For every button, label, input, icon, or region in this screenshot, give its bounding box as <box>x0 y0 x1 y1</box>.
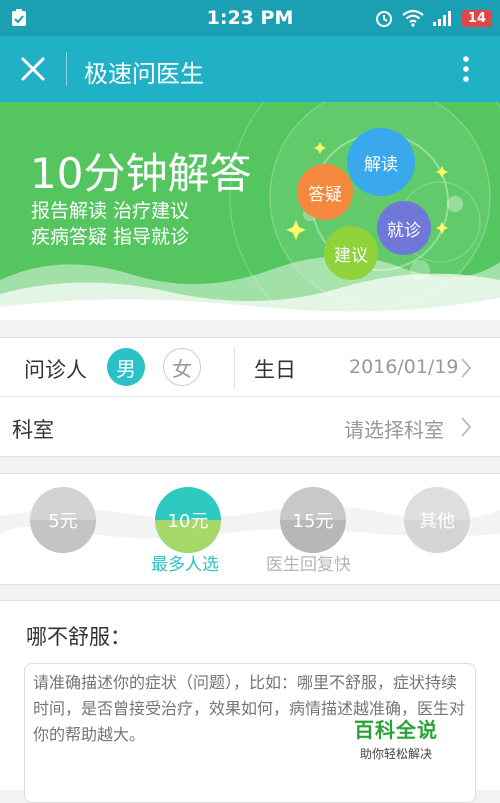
wifi-icon <box>402 9 424 27</box>
chevron-right-icon[interactable] <box>458 415 474 439</box>
department-select[interactable]: 请选择科室 <box>344 414 444 443</box>
bubble-advice: 建议 <box>324 226 378 280</box>
watermark-subtitle: 助你轻松解决 <box>359 747 432 761</box>
row-divider <box>234 346 235 390</box>
price-option-other-label: 其他 <box>419 511 455 532</box>
bubble-visit-label: 就诊 <box>387 220 421 241</box>
chevron-right-icon[interactable] <box>458 356 474 380</box>
bubble-advice-label: 建议 <box>334 245 368 266</box>
price-option-5-label: 5元 <box>48 511 78 532</box>
bubble-qa: 答疑 <box>297 164 353 220</box>
price-option-15-label: 15元 <box>292 511 334 532</box>
banner-headline: 10分钟解答 <box>30 149 252 198</box>
promo-banner: 10分钟解答 报告解读 治疗建议 疾病答疑 指导就诊 解读 答疑 就诊 建议 <box>0 102 500 320</box>
bubble-interpret: 解读 <box>347 128 415 196</box>
birthday-label: 生日 <box>254 358 296 382</box>
patient-label: 问诊人 <box>24 358 87 382</box>
watermark-logo: 百科全说 助你轻松解决 <box>354 714 438 762</box>
price-note-fast-reply: 医生回复快 <box>266 555 351 575</box>
price-option-10[interactable]: 10元 <box>155 487 221 553</box>
bubble-qa-label: 答疑 <box>308 184 342 205</box>
symptom-title: 哪不舒服： <box>26 625 131 649</box>
status-bar: 1:23 PM 14 <box>0 0 500 36</box>
department-row[interactable]: 科室 请选择科室 <box>0 397 500 457</box>
price-option-other[interactable]: 其他 <box>404 487 470 553</box>
bubble-interpret-label: 解读 <box>364 154 398 175</box>
price-options: 5元 10元 15元 其他 最多人选 医生回复快 <box>0 473 500 585</box>
price-option-5[interactable]: 5元 <box>30 487 96 553</box>
more-vert-icon[interactable] <box>454 54 478 84</box>
gender-male-button[interactable]: 男 <box>107 348 145 386</box>
close-icon[interactable] <box>18 54 48 84</box>
app-bar-divider <box>66 52 67 86</box>
battery-icon: 14 <box>461 9 492 27</box>
birthday-value[interactable]: 2016/01/19 <box>349 356 459 378</box>
gender-female-button[interactable]: 女 <box>163 348 201 386</box>
department-label: 科室 <box>12 418 54 442</box>
banner-line-2: 疾病答疑 指导就诊 <box>31 226 190 248</box>
app-bar: 极速问医生 <box>0 36 500 102</box>
price-option-10-label: 10元 <box>167 511 209 532</box>
bubble-visit: 就诊 <box>377 201 431 255</box>
page-title: 极速问医生 <box>84 60 204 88</box>
alarm-icon <box>375 11 392 27</box>
banner-line-1: 报告解读 治疗建议 <box>31 200 190 222</box>
price-note-popular: 最多人选 <box>151 555 219 575</box>
patient-row: 问诊人 男 女 生日 2016/01/19 <box>0 337 500 397</box>
price-option-15[interactable]: 15元 <box>280 487 346 553</box>
watermark-title: 百科全说 <box>354 718 438 742</box>
signal-icon <box>432 11 451 26</box>
